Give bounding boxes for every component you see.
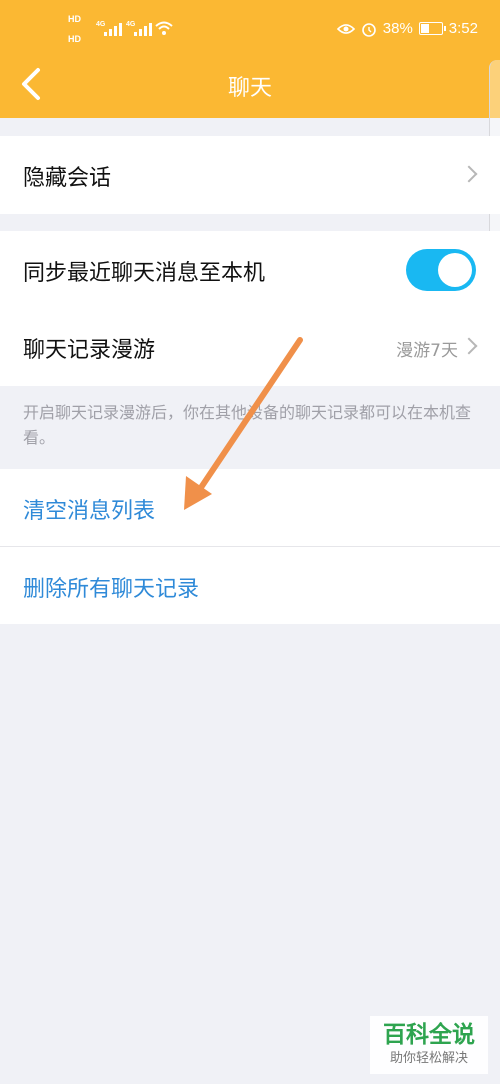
delete-all-label: 删除所有聊天记录 (23, 577, 200, 602)
sync-toggle[interactable] (406, 249, 476, 291)
watermark-subtitle: 助你轻松解决 (389, 1051, 468, 1066)
roaming-value: 漫游7天 (396, 341, 458, 361)
hide-chat-label: 隐藏会话 (23, 166, 112, 191)
clear-list-label: 清空消息列表 (23, 499, 156, 524)
chevron-right-icon (460, 337, 478, 355)
wifi-icon (155, 21, 173, 35)
status-right: 38% 3:52 (336, 20, 478, 37)
delete-all-row[interactable]: 删除所有聊天记录 (0, 547, 500, 625)
hide-chat-row[interactable]: 隐藏会话 (0, 136, 500, 214)
battery-percent: 38% (382, 20, 413, 37)
roaming-row[interactable]: 聊天记录漫游 漫游7天 (0, 308, 500, 386)
chevron-right-icon (460, 165, 478, 183)
page-title: 聊天 (227, 76, 272, 101)
alarm-icon (361, 22, 376, 37)
toggle-knob (438, 253, 472, 287)
settings-group-sync: 同步最近聊天消息至本机 聊天记录漫游 漫游7天 (0, 231, 500, 386)
settings-group-hide: 隐藏会话 (0, 136, 500, 214)
signal-hd-label-bottom: HD (68, 34, 81, 44)
watermark-title: 百科全说 (383, 1022, 475, 1048)
signal-icon (104, 23, 122, 36)
status-bar: HD HD 4G 4G 38% 3:52 (0, 0, 500, 50)
status-time: 3:52 (448, 20, 478, 37)
battery-icon (418, 22, 446, 35)
sync-label: 同步最近聊天消息至本机 (23, 261, 266, 286)
settings-group-clear: 清空消息列表 删除所有聊天记录 (0, 469, 500, 624)
sync-row: 同步最近聊天消息至本机 (0, 231, 500, 309)
eye-icon (336, 23, 355, 34)
signal-icon (134, 23, 152, 36)
clear-list-row[interactable]: 清空消息列表 (0, 469, 500, 547)
app-header: HD HD 4G 4G 38% 3:52 聊天 (0, 0, 500, 118)
roaming-label: 聊天记录漫游 (23, 338, 156, 363)
roaming-note: 开启聊天记录漫游后，你在其他设备的聊天记录都可以在本机查看。 (23, 403, 472, 447)
watermark-logo: 百科全说 助你轻松解决 (370, 1016, 488, 1074)
signal-hd-label-top: HD (68, 14, 81, 24)
